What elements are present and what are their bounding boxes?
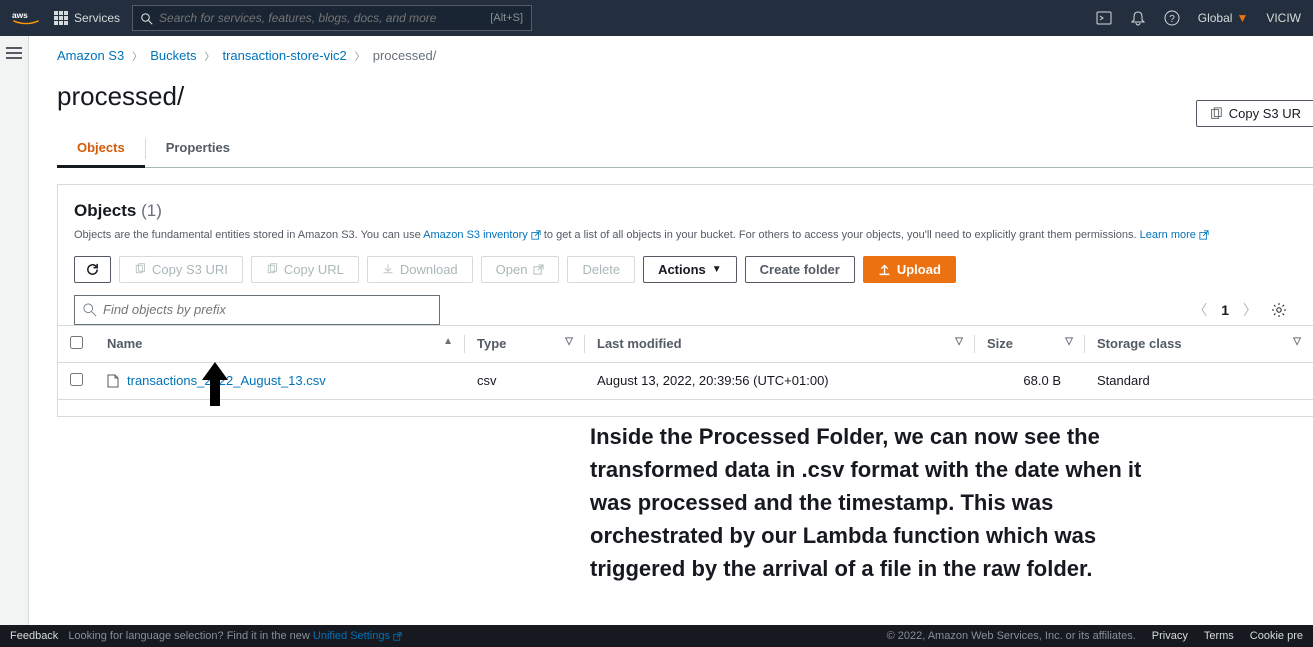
- breadcrumb-root[interactable]: Amazon S3: [57, 48, 124, 63]
- copy-icon: [134, 263, 146, 275]
- svg-text:?: ?: [1169, 14, 1175, 25]
- search-icon: [141, 11, 153, 25]
- breadcrumb: Amazon S3 〉 Buckets 〉 transaction-store-…: [57, 48, 1313, 63]
- search-icon: [83, 303, 97, 317]
- global-search[interactable]: [Alt+S]: [132, 5, 532, 31]
- sort-icon[interactable]: ▽: [955, 336, 963, 347]
- objects-toolbar: Copy S3 URI Copy URL Download Open Delet…: [74, 256, 1297, 283]
- search-shortcut: [Alt+S]: [490, 12, 523, 24]
- learn-more-link[interactable]: Learn more: [1140, 229, 1209, 241]
- upload-icon: [878, 263, 891, 276]
- search-input[interactable]: [159, 11, 490, 25]
- object-size: 68.0 B: [975, 362, 1085, 399]
- open-button[interactable]: Open: [481, 256, 560, 283]
- filter-objects[interactable]: [74, 295, 440, 325]
- apps-grid-icon: [54, 11, 68, 25]
- col-type[interactable]: Type: [477, 336, 506, 351]
- external-link-icon: [1199, 230, 1209, 240]
- pagination: 〈 1 〉: [1193, 300, 1287, 320]
- services-label: Services: [74, 11, 120, 25]
- objects-table: Name ▲ Type ▽ Last modified ▽ Size ▽ Storage…: [58, 325, 1313, 400]
- main-content: Amazon S3 〉 Buckets 〉 transaction-store-…: [28, 36, 1313, 625]
- sort-icon[interactable]: ▽: [1293, 336, 1301, 347]
- sort-asc-icon[interactable]: ▲: [443, 336, 453, 347]
- copy-s3-uri-button[interactable]: Copy S3 URI: [119, 256, 243, 283]
- object-storage-class: Standard: [1085, 362, 1313, 399]
- refresh-button[interactable]: [74, 256, 111, 283]
- terms-link[interactable]: Terms: [1204, 630, 1234, 642]
- chevron-down-icon: ▼: [712, 264, 722, 275]
- notifications-icon[interactable]: [1130, 10, 1146, 26]
- create-folder-button[interactable]: Create folder: [745, 256, 855, 283]
- services-menu[interactable]: Services: [54, 11, 120, 25]
- top-navbar: aws Services [Alt+S] ? Global▼ VICIW: [0, 0, 1313, 36]
- sort-icon[interactable]: ▽: [565, 336, 573, 347]
- lang-prompt: Looking for language selection? Find it …: [68, 630, 402, 642]
- panel-description: Objects are the fundamental entities sto…: [74, 227, 1297, 244]
- row-checkbox[interactable]: [70, 373, 83, 386]
- next-page-button[interactable]: 〉: [1243, 300, 1257, 320]
- upload-button[interactable]: Upload: [863, 256, 956, 283]
- svg-text:aws: aws: [12, 10, 28, 20]
- settings-icon[interactable]: [1271, 301, 1287, 318]
- inventory-link[interactable]: Amazon S3 inventory: [423, 229, 541, 241]
- col-size[interactable]: Size: [987, 336, 1013, 351]
- breadcrumb-bucket[interactable]: transaction-store-vic2: [222, 48, 346, 63]
- chevron-right-icon: 〉: [204, 48, 214, 63]
- prev-page-button[interactable]: 〈: [1193, 300, 1207, 320]
- feedback-link[interactable]: Feedback: [10, 630, 58, 642]
- col-storage-class[interactable]: Storage class: [1097, 336, 1182, 351]
- account-menu[interactable]: VICIW: [1266, 11, 1301, 25]
- unified-settings-link[interactable]: Unified Settings: [313, 630, 402, 642]
- col-last-modified[interactable]: Last modified: [597, 336, 682, 351]
- filter-input[interactable]: [103, 302, 431, 317]
- help-icon[interactable]: ?: [1164, 10, 1180, 26]
- object-count: (1): [141, 201, 162, 220]
- copy-icon: [266, 263, 278, 275]
- copy-s3-uri-button-top[interactable]: Copy S3 UR: [1196, 100, 1313, 127]
- objects-panel: Objects (1) Objects are the fundamental …: [57, 184, 1313, 417]
- external-link-icon: [531, 230, 541, 240]
- breadcrumb-buckets[interactable]: Buckets: [150, 48, 196, 63]
- delete-button[interactable]: Delete: [567, 256, 635, 283]
- tab-objects[interactable]: Objects: [57, 130, 145, 168]
- privacy-link[interactable]: Privacy: [1152, 630, 1188, 642]
- copy-url-button[interactable]: Copy URL: [251, 256, 359, 283]
- sort-icon[interactable]: ▽: [1065, 336, 1073, 347]
- cookies-link[interactable]: Cookie pre: [1250, 630, 1303, 642]
- copy-icon: [1209, 107, 1223, 121]
- tab-properties[interactable]: Properties: [146, 130, 250, 167]
- aws-logo[interactable]: aws: [12, 9, 40, 27]
- page-title: processed/: [57, 81, 1313, 112]
- external-link-icon: [393, 632, 402, 641]
- refresh-icon: [85, 262, 100, 277]
- table-row: transactions_2022_August_13.csv csv Augu…: [58, 362, 1313, 399]
- select-all-checkbox[interactable]: [70, 336, 83, 349]
- download-button[interactable]: Download: [367, 256, 473, 283]
- object-last-modified: August 13, 2022, 20:39:56 (UTC+01:00): [585, 362, 975, 399]
- object-name-link[interactable]: transactions_2022_August_13.csv: [127, 373, 326, 388]
- chevron-right-icon: 〉: [355, 48, 365, 63]
- page-footer: Feedback Looking for language selection?…: [0, 625, 1313, 647]
- chevron-down-icon: ▼: [1236, 11, 1248, 25]
- cloudshell-icon[interactable]: [1096, 10, 1112, 26]
- content-tabs: Objects Properties: [57, 130, 1313, 168]
- copy-uri-label: Copy S3 UR: [1229, 106, 1301, 121]
- object-type: csv: [465, 362, 585, 399]
- page-number: 1: [1221, 302, 1229, 318]
- col-name[interactable]: Name: [107, 336, 142, 351]
- download-icon: [382, 263, 394, 275]
- external-link-icon: [533, 264, 544, 275]
- chevron-right-icon: 〉: [132, 48, 142, 63]
- copyright: © 2022, Amazon Web Services, Inc. or its…: [887, 630, 1136, 642]
- region-selector[interactable]: Global▼: [1198, 11, 1249, 25]
- panel-title: Objects (1): [74, 201, 1297, 221]
- sidebar-toggle[interactable]: [6, 44, 22, 60]
- region-label: Global: [1198, 11, 1233, 25]
- breadcrumb-current: processed/: [373, 48, 437, 63]
- actions-dropdown[interactable]: Actions▼: [643, 256, 737, 283]
- file-icon: [107, 373, 119, 388]
